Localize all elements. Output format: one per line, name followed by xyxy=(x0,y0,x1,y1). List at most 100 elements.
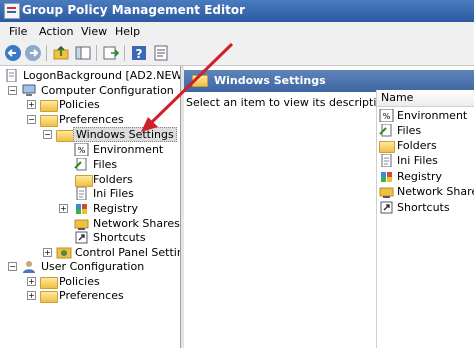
user-icon xyxy=(23,261,35,273)
tree-node-shortcuts[interactable]: Shortcuts xyxy=(74,230,180,245)
tree-node-folders[interactable]: Folders xyxy=(74,172,180,187)
expand-toggle[interactable]: + xyxy=(43,248,52,257)
items-list: Name % Environment Files Folders Ini Fil… xyxy=(376,90,474,348)
list-item-label: Network Shares xyxy=(397,185,474,198)
tree-label-control-panel-settings: Control Panel Settings xyxy=(75,246,180,259)
tree-label-shortcuts: Shortcuts xyxy=(93,231,146,244)
tree-label-user-policies: Policies xyxy=(59,275,100,288)
tree-label-user-configuration: User Configuration xyxy=(41,260,145,273)
environment-icon: % xyxy=(379,109,394,122)
folder-icon xyxy=(379,141,395,153)
menu-view[interactable]: View xyxy=(81,25,107,38)
gpo-document-icon xyxy=(6,69,17,82)
folder-icon xyxy=(40,100,58,112)
menu-help[interactable]: Help xyxy=(115,25,140,38)
registry-icon xyxy=(381,172,392,182)
tree-label-policies: Policies xyxy=(59,98,100,111)
list-item-label: Environment xyxy=(397,109,468,122)
tree-label-network-shares: Network Shares xyxy=(93,217,180,230)
tree-node-files[interactable]: Files xyxy=(74,157,180,172)
tree-node-policies[interactable]: + Policies xyxy=(26,97,180,112)
list-item-label: Folders xyxy=(397,139,437,152)
toolbar-separator xyxy=(96,45,97,61)
back-icon[interactable] xyxy=(4,44,22,62)
folder-icon xyxy=(40,291,58,303)
expand-toggle[interactable]: + xyxy=(27,291,36,300)
files-icon xyxy=(379,124,392,137)
tree-label-folders: Folders xyxy=(93,173,133,186)
ini-file-icon xyxy=(381,154,392,167)
tree-node-computer-configuration[interactable]: − Computer Configuration xyxy=(6,83,180,98)
list-item-label: Files xyxy=(397,124,422,137)
tree-node-root[interactable]: LogonBackground [AD2.NEWCOLLE xyxy=(4,68,180,83)
help-icon[interactable]: ? xyxy=(130,44,148,62)
title-bar: Group Policy Management Editor xyxy=(0,0,474,22)
tree-label-environment: Environment xyxy=(93,143,164,156)
tree-node-user-policies[interactable]: + Policies xyxy=(26,274,180,289)
tree-node-registry[interactable]: + Registry xyxy=(58,201,180,216)
registry-icon xyxy=(76,204,87,214)
menu-file[interactable]: File xyxy=(9,25,27,38)
computer-icon xyxy=(22,84,36,96)
collapse-toggle[interactable]: − xyxy=(43,130,52,139)
properties-icon[interactable] xyxy=(152,44,170,62)
column-header-label: Name xyxy=(381,91,414,104)
svg-text:%: % xyxy=(383,112,391,121)
toolbar: ? xyxy=(0,41,474,66)
tree-node-network-shares[interactable]: Network Shares xyxy=(74,216,180,231)
show-hide-tree-icon[interactable] xyxy=(74,44,92,62)
tree-node-user-preferences[interactable]: + Preferences xyxy=(26,288,180,303)
tree-node-control-panel-settings[interactable]: + Control Panel Settings xyxy=(42,245,180,260)
tree-label-registry: Registry xyxy=(93,202,139,215)
window-title: Group Policy Management Editor xyxy=(22,3,246,17)
tree-label-computer-configuration: Computer Configuration xyxy=(41,84,174,97)
menu-action[interactable]: Action xyxy=(39,25,73,38)
expand-toggle[interactable]: + xyxy=(59,204,68,213)
column-header-name[interactable]: Name xyxy=(377,90,474,107)
tree-label-preferences: Preferences xyxy=(59,113,124,126)
files-icon xyxy=(74,158,87,171)
up-folder-icon[interactable] xyxy=(52,44,70,62)
control-panel-icon xyxy=(56,247,72,259)
tree-node-environment[interactable]: % Environment xyxy=(74,142,180,157)
folder-icon xyxy=(192,75,208,87)
folder-icon xyxy=(56,130,74,142)
shortcut-icon xyxy=(75,231,88,244)
network-share-icon xyxy=(74,219,89,230)
collapse-toggle[interactable]: − xyxy=(8,262,17,271)
svg-text:?: ? xyxy=(136,47,143,61)
tree-label-windows-settings: Windows Settings xyxy=(73,127,177,142)
collapse-toggle[interactable]: − xyxy=(8,86,17,95)
tree-label-user-preferences: Preferences xyxy=(59,289,124,302)
tree-node-preferences[interactable]: − Preferences xyxy=(26,112,180,127)
console-tree: LogonBackground [AD2.NEWCOLLE − Computer… xyxy=(0,66,181,348)
toolbar-separator xyxy=(124,45,125,61)
description-text: Select an item to view its description. xyxy=(186,96,394,109)
gpo-editor-icon xyxy=(4,3,20,19)
list-item-label: Shortcuts xyxy=(397,201,450,214)
details-title: Windows Settings xyxy=(214,74,326,87)
environment-icon: % xyxy=(74,143,89,156)
tree-node-windows-settings[interactable]: − Windows Settings xyxy=(42,127,180,142)
tree-label-root: LogonBackground [AD2.NEWCOLLE xyxy=(23,69,180,82)
network-share-icon xyxy=(379,187,394,198)
details-pane: Windows Settings Select an item to view … xyxy=(184,66,474,348)
tree-label-ini-files: Ini Files xyxy=(93,187,134,200)
list-item-label: Registry xyxy=(397,170,443,183)
forward-icon[interactable] xyxy=(24,44,42,62)
collapse-toggle[interactable]: − xyxy=(27,115,36,124)
svg-text:%: % xyxy=(78,146,86,155)
toolbar-separator xyxy=(46,45,47,61)
app-window: Group Policy Management Editor File Acti… xyxy=(0,0,474,348)
shortcut-icon xyxy=(380,201,393,214)
folder-icon xyxy=(40,115,58,127)
tree-node-ini-files[interactable]: Ini Files xyxy=(74,186,180,201)
expand-toggle[interactable]: + xyxy=(27,100,36,109)
ini-file-icon xyxy=(76,187,87,200)
menu-bar: File Action View Help xyxy=(0,22,474,41)
expand-toggle[interactable]: + xyxy=(27,277,36,286)
list-item-label: Ini Files xyxy=(397,154,438,167)
tree-node-user-configuration[interactable]: − User Configuration xyxy=(6,259,180,274)
export-icon[interactable] xyxy=(102,44,120,62)
details-header: Windows Settings xyxy=(184,70,474,92)
